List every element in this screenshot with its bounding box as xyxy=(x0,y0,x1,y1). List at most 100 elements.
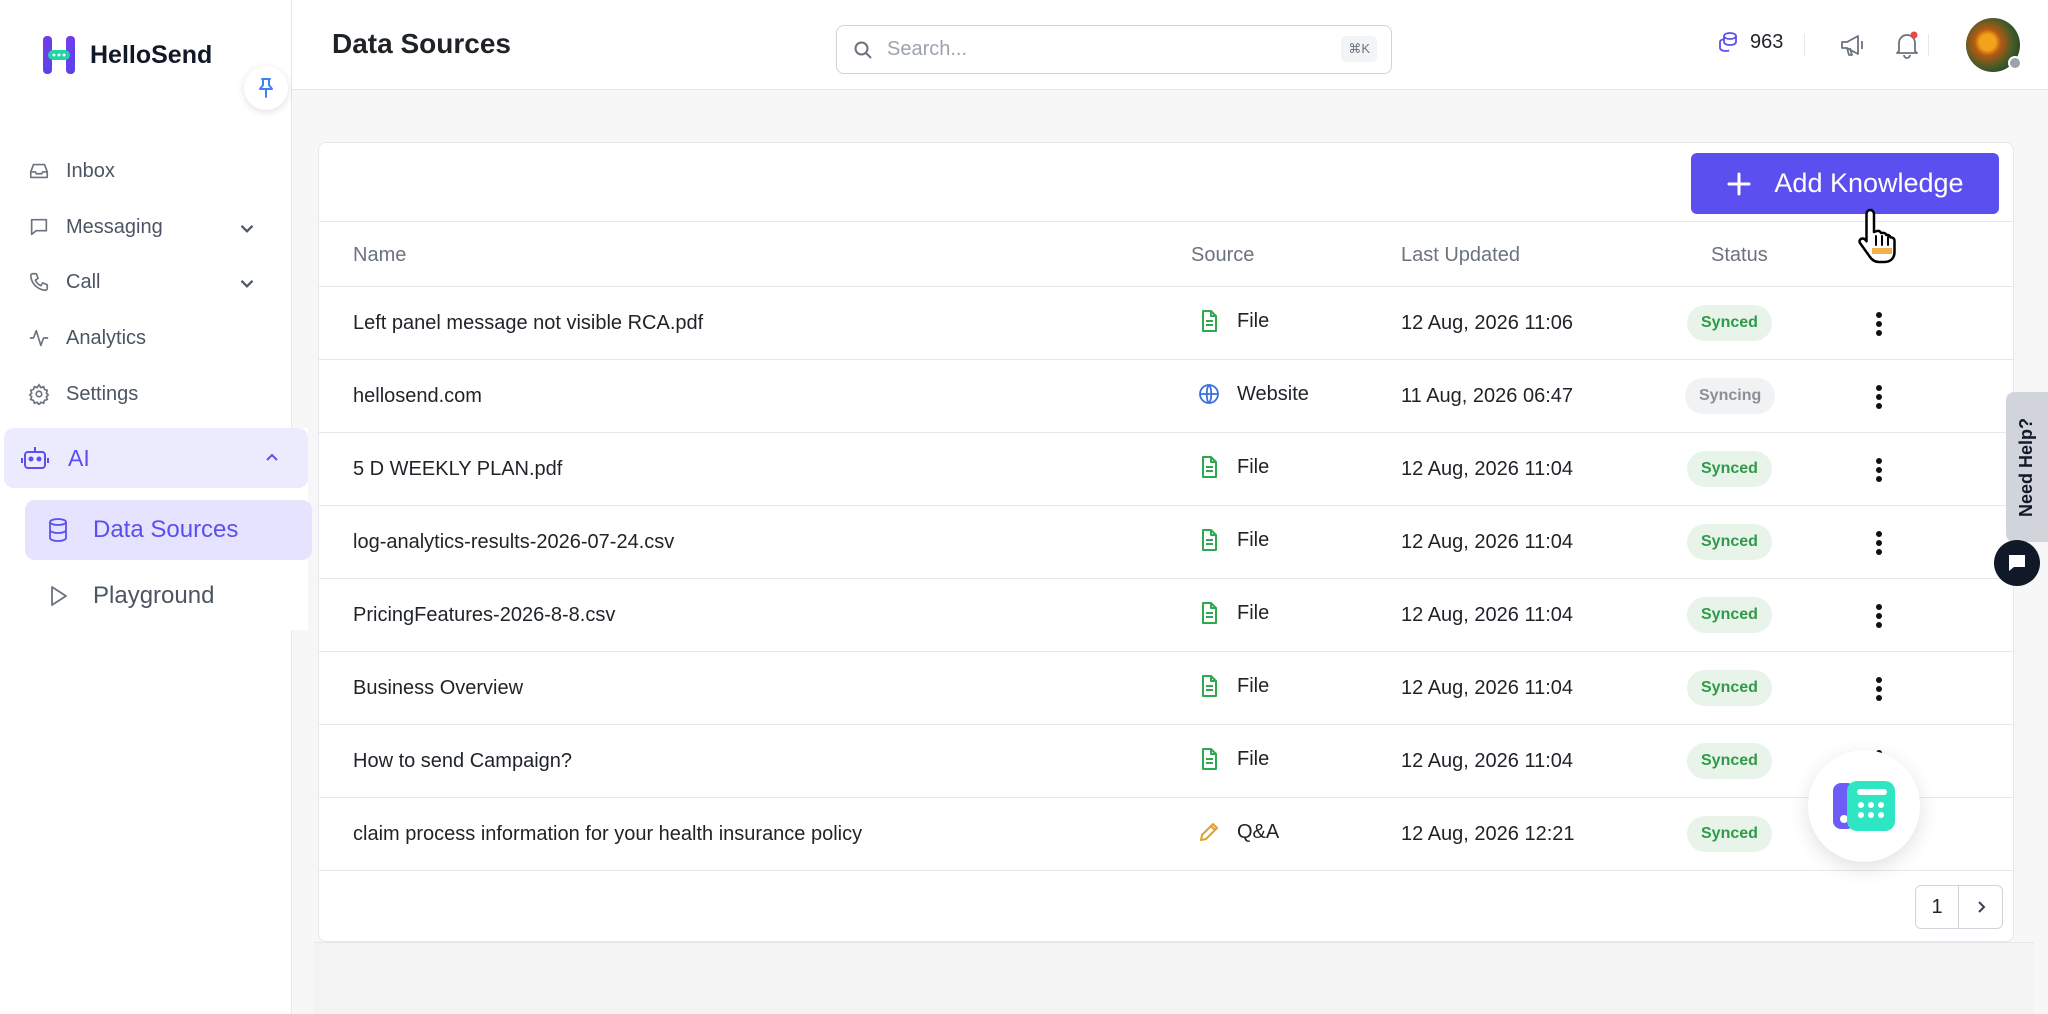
column-header-last-updated[interactable]: Last Updated xyxy=(1401,244,1520,267)
row-name[interactable]: Business Overview xyxy=(353,677,523,700)
status-badge: Synced xyxy=(1687,816,1772,852)
status-badge: Synced xyxy=(1687,524,1772,560)
sidebar-item-messaging[interactable]: Messaging xyxy=(28,205,258,249)
more-options-icon[interactable] xyxy=(1865,674,1893,704)
brand[interactable]: HelloSend xyxy=(42,34,212,76)
row-source-label: File xyxy=(1237,309,1270,332)
chevron-right-icon xyxy=(1977,901,1985,913)
row-source-label: File xyxy=(1237,674,1270,697)
dialer-icon xyxy=(1833,781,1895,831)
data-sources-card: Add Knowledge Name Source Last Updated S… xyxy=(318,142,2014,942)
sidebar-item-label: Data Sources xyxy=(93,516,239,543)
page-1-button[interactable]: 1 xyxy=(1915,885,1959,929)
row-last-updated: 12 Aug, 2026 11:04 xyxy=(1401,531,1574,553)
search-shortcut: ⌘K xyxy=(1341,36,1377,62)
phone-icon xyxy=(29,272,49,292)
search-box[interactable]: ⌘K xyxy=(836,25,1392,74)
row-name[interactable]: 5 D WEEKLY PLAN.pdf xyxy=(353,458,562,481)
play-icon xyxy=(51,586,67,606)
column-header-name[interactable]: Name xyxy=(353,244,406,267)
row-source: File xyxy=(1197,528,1269,552)
row-last-updated: 12 Aug, 2026 12:21 xyxy=(1401,823,1575,845)
sidebar-item-label: Inbox xyxy=(66,159,115,182)
divider xyxy=(1928,34,1929,56)
table-row[interactable]: PricingFeatures-2026-8-8.csv File 12 Aug, … xyxy=(319,579,2013,652)
row-source: Q&A xyxy=(1197,820,1279,844)
more-options-icon[interactable] xyxy=(1865,455,1893,485)
footer-strip xyxy=(314,942,2034,1014)
column-header-source[interactable]: Source xyxy=(1191,244,1254,267)
chevron-up-icon xyxy=(266,453,278,461)
sidebar-item-call[interactable]: Call xyxy=(28,260,258,304)
row-source: File xyxy=(1197,601,1269,625)
file-icon xyxy=(1202,602,1217,624)
sidebar-item-settings[interactable]: Settings xyxy=(28,372,258,416)
need-help-tab[interactable]: Need Help? xyxy=(2006,392,2048,542)
top-bar: Data Sources ⌘K 963 xyxy=(292,0,2048,90)
table-row[interactable]: Left panel message not visible RCA.pdf Fi… xyxy=(319,287,2013,360)
sidebar-item-label: Settings xyxy=(66,382,139,405)
globe-icon xyxy=(1199,384,1219,404)
row-last-updated: 12 Aug, 2026 11:04 xyxy=(1401,604,1574,626)
chat-launcher-button[interactable] xyxy=(1994,540,2040,586)
table-row[interactable]: log-analytics-results-2026-07-24.csv File… xyxy=(319,506,2013,579)
row-source-label: File xyxy=(1237,747,1270,770)
divider xyxy=(1804,34,1805,56)
search-input[interactable] xyxy=(887,38,1327,61)
table-header: Name Source Last Updated Status xyxy=(319,221,2013,287)
more-options-icon[interactable] xyxy=(1865,528,1893,558)
row-source: File xyxy=(1197,747,1269,771)
row-last-updated: 12 Aug, 2026 11:06 xyxy=(1401,312,1574,334)
table-row[interactable]: How to send Campaign? File 12 Aug, 2026 11… xyxy=(319,725,2013,798)
row-name[interactable]: claim process information for your healt… xyxy=(353,823,862,846)
sidebar-group-ai: AI Data Sources Playground xyxy=(4,428,312,630)
sidebar-item-ai[interactable]: AI xyxy=(4,428,308,488)
row-source-label: File xyxy=(1237,528,1270,551)
file-icon xyxy=(1202,748,1217,770)
row-last-updated: 12 Aug, 2026 11:04 xyxy=(1401,458,1574,480)
presence-status-dot xyxy=(2008,56,2022,70)
add-knowledge-button[interactable]: Add Knowledge xyxy=(1691,153,1999,214)
row-source: File xyxy=(1197,455,1269,479)
gear-icon xyxy=(28,383,50,405)
sidebar-item-label: Messaging xyxy=(66,215,163,238)
next-page-button[interactable] xyxy=(1959,885,2003,929)
row-name[interactable]: Left panel message not visible RCA.pdf xyxy=(353,312,703,335)
more-options-icon[interactable] xyxy=(1865,382,1893,412)
sidebar-item-inbox[interactable]: Inbox xyxy=(28,149,258,193)
pin-icon xyxy=(259,78,273,98)
column-header-status[interactable]: Status xyxy=(1711,244,1768,267)
bell-icon[interactable] xyxy=(1892,30,1922,60)
row-name[interactable]: PricingFeatures-2026-8-8.csv xyxy=(353,604,615,627)
pencil-icon xyxy=(1200,823,1218,841)
credits-counter[interactable]: 963 xyxy=(1716,30,1783,54)
row-source-label: File xyxy=(1237,601,1270,624)
status-badge: Synced xyxy=(1687,451,1772,487)
pagination: 1 xyxy=(1915,885,2003,929)
table-row[interactable]: hellosend.com Website 11 Aug, 2026 06:47 Sy… xyxy=(319,360,2013,433)
megaphone-icon[interactable] xyxy=(1838,30,1868,60)
file-icon xyxy=(1202,456,1217,478)
more-options-icon[interactable] xyxy=(1865,309,1893,339)
table-row[interactable]: claim process information for your healt… xyxy=(319,798,2013,871)
pin-sidebar-button[interactable] xyxy=(244,66,288,110)
table-row[interactable]: 5 D WEEKLY PLAN.pdf File 12 Aug, 2026 11:0… xyxy=(319,433,2013,506)
add-knowledge-label: Add Knowledge xyxy=(1774,168,1964,198)
sidebar-item-playground[interactable]: Playground xyxy=(25,566,312,626)
row-source: File xyxy=(1197,674,1269,698)
row-source-label: Website xyxy=(1237,382,1309,405)
row-source-label: Q&A xyxy=(1237,820,1280,843)
table-row[interactable]: Business Overview File 12 Aug, 2026 11:04 S… xyxy=(319,652,2013,725)
chevron-down-icon xyxy=(240,225,254,233)
row-name[interactable]: How to send Campaign? xyxy=(353,750,572,773)
page-title: Data Sources xyxy=(332,28,511,59)
more-options-icon[interactable] xyxy=(1865,601,1893,631)
avatar[interactable] xyxy=(1966,18,2022,72)
sidebar-item-data-sources[interactable]: Data Sources xyxy=(25,500,312,560)
dialer-widget-button[interactable] xyxy=(1808,750,1920,862)
hand-cursor-icon xyxy=(1858,208,1896,264)
row-name[interactable]: hellosend.com xyxy=(353,385,482,408)
sidebar-item-analytics[interactable]: Analytics xyxy=(28,316,258,360)
row-name[interactable]: log-analytics-results-2026-07-24.csv xyxy=(353,531,674,554)
sidebar: HelloSend Inbox Messaging Call Analytics… xyxy=(0,0,312,1014)
